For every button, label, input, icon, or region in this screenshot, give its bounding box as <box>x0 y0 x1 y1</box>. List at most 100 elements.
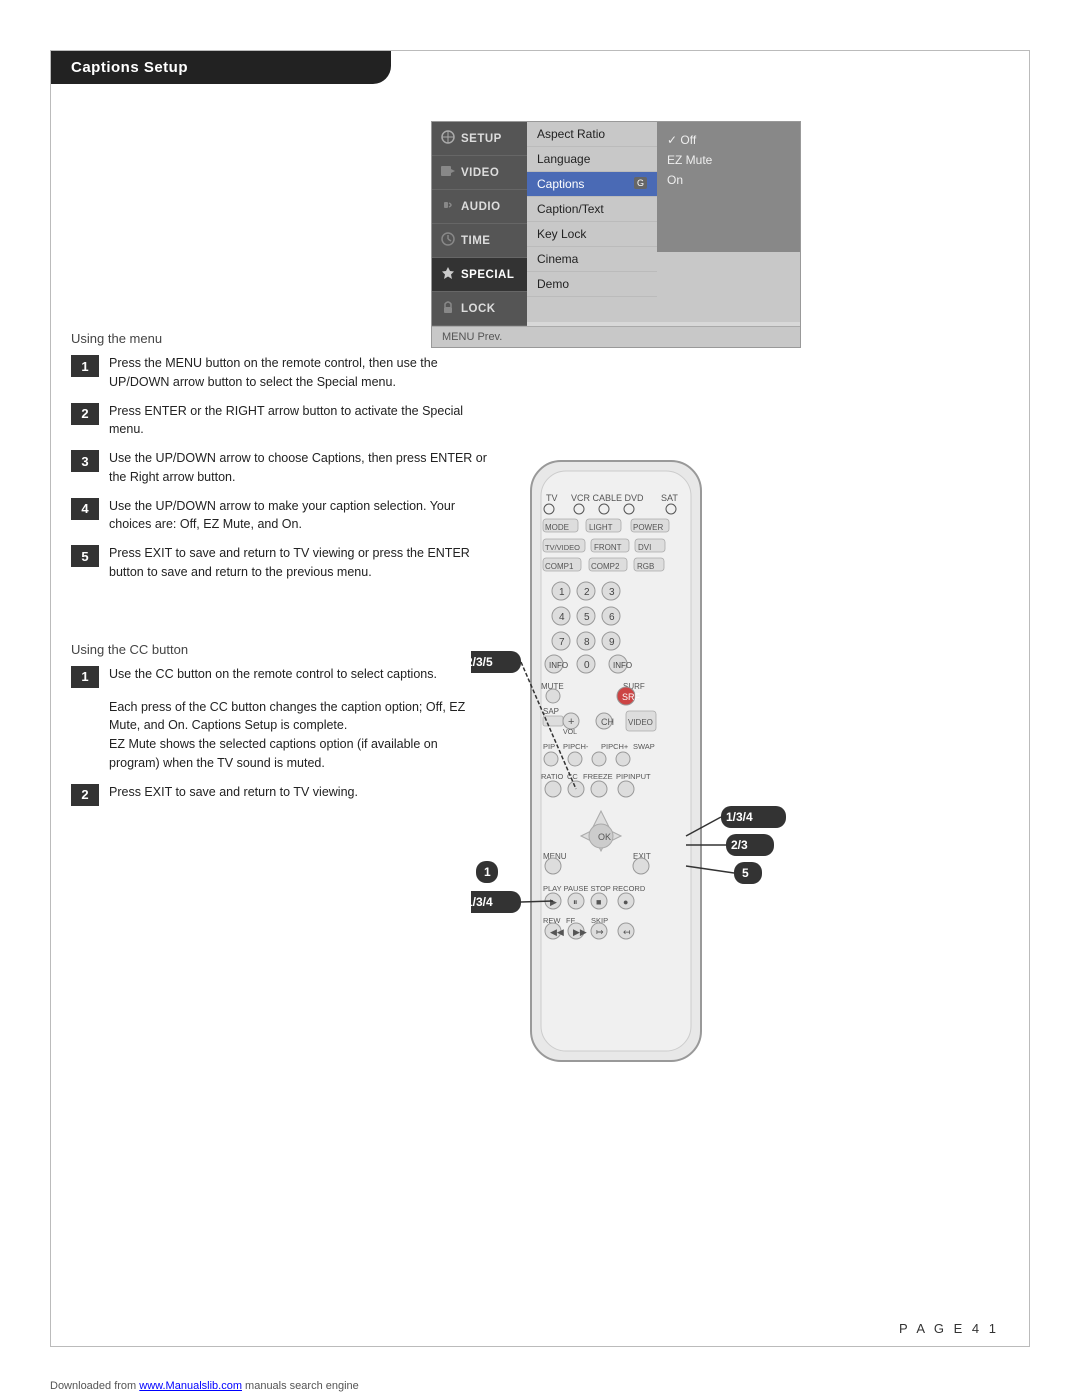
svg-text:2/3: 2/3 <box>731 838 748 852</box>
svg-text:PIP: PIP <box>543 742 555 751</box>
menu-step-1: 1 Press the MENU button on the remote co… <box>71 354 491 392</box>
svg-text:+: + <box>568 716 574 728</box>
svg-text:PIPINPUT: PIPINPUT <box>616 772 651 781</box>
svg-text:COMP2: COMP2 <box>591 562 620 571</box>
menu-step-2: 2 Press ENTER or the RIGHT arrow button … <box>71 402 491 440</box>
svg-text:2: 2 <box>584 587 590 598</box>
svg-text:1: 1 <box>559 587 565 598</box>
sub-off: Off <box>667 130 790 150</box>
svg-text:PLAY PAUSE STOP RECORD: PLAY PAUSE STOP RECORD <box>543 884 646 893</box>
menu-language: Language <box>527 147 657 172</box>
svg-text:PIPCH+: PIPCH+ <box>601 742 629 751</box>
step-text-4: Use the UP/DOWN arrow to make your capti… <box>109 497 491 535</box>
cc-text-1: Use the CC button on the remote control … <box>109 665 437 684</box>
step-text-5: Press EXIT to save and return to TV view… <box>109 544 491 582</box>
svg-text:●: ● <box>623 897 628 907</box>
svg-text:COMP1: COMP1 <box>545 562 574 571</box>
svg-text:TV/VIDEO: TV/VIDEO <box>545 543 580 552</box>
step-badge-4: 4 <box>71 498 99 520</box>
cc-badge-1: 1 <box>71 666 99 688</box>
step-text-1: Press the MENU button on the remote cont… <box>109 354 491 392</box>
svg-text:VIDEO: VIDEO <box>628 718 653 727</box>
menu-caption-text: Caption/Text <box>527 197 657 222</box>
page-title: Captions Setup <box>71 59 188 76</box>
svg-text:0: 0 <box>584 660 590 671</box>
svg-text:SWAP: SWAP <box>633 742 655 751</box>
using-menu-heading: Using the menu <box>71 331 491 346</box>
svg-text:SAT: SAT <box>661 493 678 503</box>
step-badge-3: 3 <box>71 450 99 472</box>
svg-text:MODE: MODE <box>545 523 569 532</box>
svg-text:⏸: ⏸ <box>573 897 578 907</box>
svg-text:SAP: SAP <box>543 707 559 716</box>
menu-step-4: 4 Use the UP/DOWN arrow to make your cap… <box>71 497 491 535</box>
menu-cinema: Cinema <box>527 247 657 272</box>
svg-text:6: 6 <box>609 612 615 623</box>
cc-badge-2: 2 <box>71 784 99 806</box>
svg-text:INFO: INFO <box>613 661 632 670</box>
cc-step-desc: Each press of the CC button changes the … <box>71 698 491 773</box>
menu-demo: Demo <box>527 272 657 297</box>
sub-on: On <box>667 170 790 190</box>
menu-captions: Captions G <box>527 172 657 197</box>
menu-items-column: Aspect Ratio Language Captions G Caption… <box>527 122 657 297</box>
svg-text:OK: OK <box>598 832 611 842</box>
svg-text:↤: ↤ <box>623 927 631 937</box>
step-text-3: Use the UP/DOWN arrow to choose Captions… <box>109 449 491 487</box>
svg-text:CH: CH <box>601 717 614 727</box>
svg-text:VOL: VOL <box>563 729 577 736</box>
svg-text:FRONT: FRONT <box>594 543 622 552</box>
cc-text-desc: Each press of the CC button changes the … <box>109 698 491 773</box>
menu-sub-column: Off EZ Mute On <box>657 122 800 252</box>
cc-text-2: Press EXIT to save and return to TV view… <box>109 783 358 802</box>
svg-text:SRF: SRF <box>622 692 641 702</box>
svg-text:RGB: RGB <box>637 562 654 571</box>
svg-text:5: 5 <box>742 866 749 880</box>
svg-text:LIGHT: LIGHT <box>589 523 613 532</box>
cc-step-2: 2 Press EXIT to save and return to TV vi… <box>71 783 491 806</box>
svg-text:1/3/4: 1/3/4 <box>726 810 753 824</box>
svg-text:▶: ▶ <box>550 897 557 907</box>
manualslib-link[interactable]: www.Manualslib.com <box>139 1380 242 1392</box>
svg-text:3: 3 <box>609 587 615 598</box>
svg-text:5: 5 <box>584 612 590 623</box>
menu-main-area: Aspect Ratio Language Captions G Caption… <box>527 122 800 322</box>
cc-step-1: 1 Use the CC button on the remote contro… <box>71 665 491 688</box>
title-bar: Captions Setup <box>51 51 391 84</box>
svg-text:▶▶: ▶▶ <box>573 927 587 937</box>
svg-text:POWER: POWER <box>633 523 663 532</box>
menu-key-lock: Key Lock <box>527 222 657 247</box>
svg-text:◀◀: ◀◀ <box>550 927 564 937</box>
svg-text:1: 1 <box>484 865 491 879</box>
menu-step-3: 3 Use the UP/DOWN arrow to choose Captio… <box>71 449 491 487</box>
using-cc-heading: Using the CC button <box>71 642 491 657</box>
svg-text:7: 7 <box>559 637 565 648</box>
step-badge-1: 1 <box>71 355 99 377</box>
svg-text:■: ■ <box>596 897 601 907</box>
svg-text:2/3/5: 2/3/5 <box>471 655 493 669</box>
left-content-area: Using the menu 1 Press the MENU button o… <box>71 101 491 816</box>
svg-text:VCR CABLE DVD: VCR CABLE DVD <box>571 493 644 503</box>
svg-text:INFO: INFO <box>549 661 568 670</box>
step-badge-2: 2 <box>71 403 99 425</box>
svg-text:DVI: DVI <box>638 543 651 552</box>
svg-text:1/3/4: 1/3/4 <box>471 895 493 909</box>
svg-text:FREEZE: FREEZE <box>583 772 613 781</box>
download-footer: Downloaded from www.Manualslib.com manua… <box>50 1380 359 1392</box>
remote-svg: TV VCR CABLE DVD SAT MODE LIGHT POWER TV… <box>471 451 831 1101</box>
svg-text:9: 9 <box>609 637 615 648</box>
svg-text:RATIO: RATIO <box>541 772 564 781</box>
step-text-2: Press ENTER or the RIGHT arrow button to… <box>109 402 491 440</box>
page-container: Captions Setup SETUP VIDEO <box>50 50 1030 1347</box>
menu-aspect-ratio: Aspect Ratio <box>527 122 657 147</box>
page-number: P A G E 4 1 <box>899 1321 999 1336</box>
svg-text:8: 8 <box>584 637 590 648</box>
sub-ez-mute: EZ Mute <box>667 150 790 170</box>
remote-control-area: TV VCR CABLE DVD SAT MODE LIGHT POWER TV… <box>471 451 831 1101</box>
svg-text:4: 4 <box>559 612 565 623</box>
svg-text:TV: TV <box>546 493 558 503</box>
menu-step-5: 5 Press EXIT to save and return to TV vi… <box>71 544 491 582</box>
svg-text:↦: ↦ <box>596 927 604 937</box>
svg-text:PIPCH-: PIPCH- <box>563 742 589 751</box>
step-badge-5: 5 <box>71 545 99 567</box>
